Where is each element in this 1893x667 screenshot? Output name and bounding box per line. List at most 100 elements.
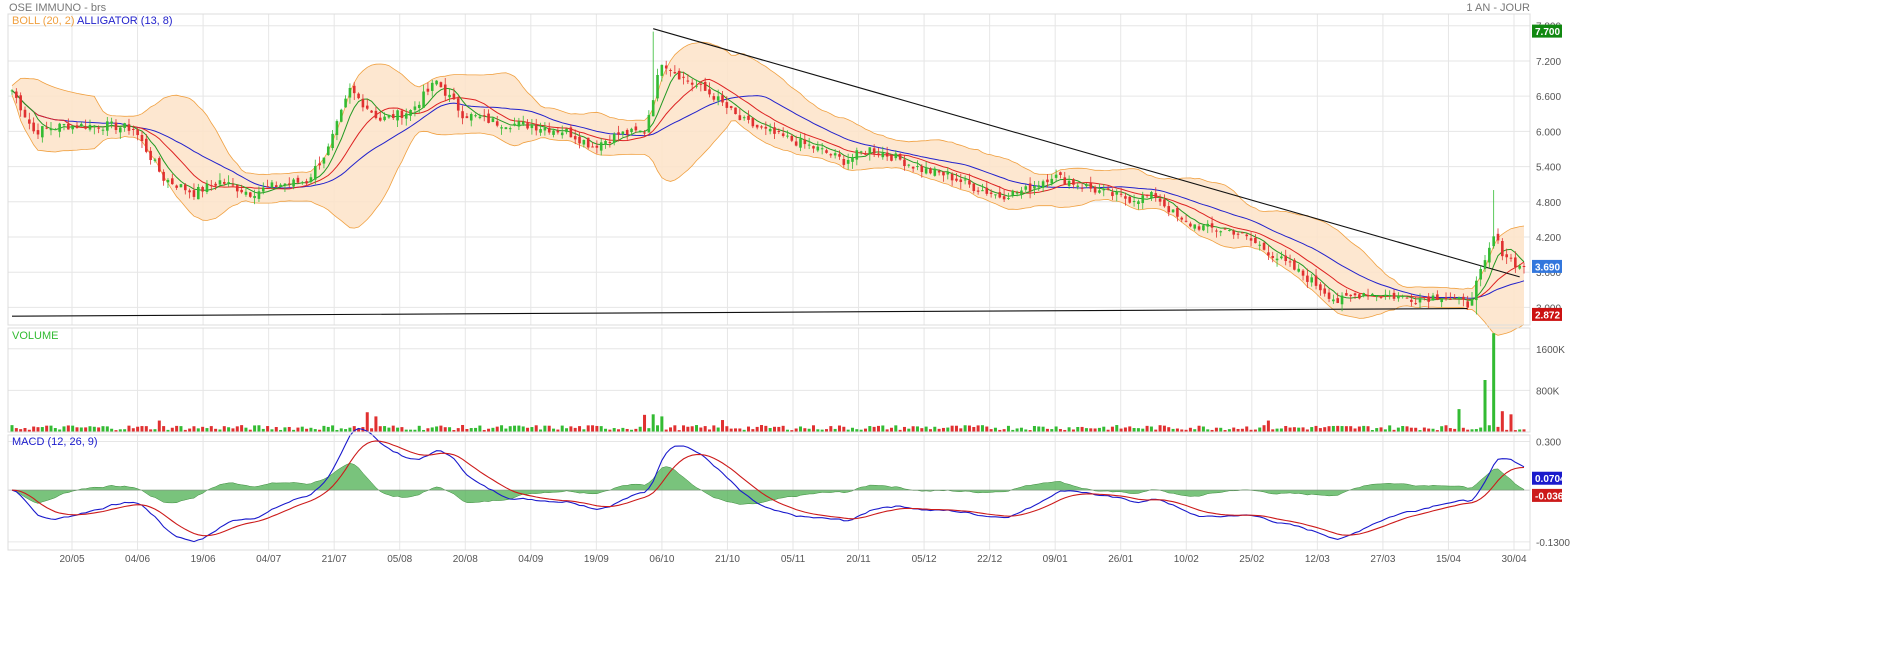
candle-body [335,121,339,136]
x-tick-label: 05/12 [912,554,937,565]
candle-body [1033,186,1036,189]
volume-bar [144,426,148,432]
volume-bar [45,425,49,432]
volume-bar [383,426,387,432]
volume-bar [1245,426,1249,432]
volume-bar [1440,426,1444,432]
candle-body [1332,299,1335,302]
candle-body [526,123,529,129]
candle-body [97,127,100,129]
volume-bar [1336,425,1340,432]
candle-body [855,150,859,160]
volume-bar [543,425,547,432]
volume-bar [283,427,287,432]
candle-body [292,179,295,187]
volume-bar [547,425,551,432]
candle-body [1371,293,1374,295]
x-tick-label: 10/02 [1174,554,1199,565]
candle-body [205,183,209,192]
candle-body [725,102,729,108]
volume-bar [1032,425,1036,432]
candle-body [1106,188,1110,190]
volume-bar [980,425,984,432]
volume-bar [1401,426,1405,432]
candle-body [114,122,118,131]
volume-bar [36,427,40,432]
volume-bar [837,425,841,432]
candle-body [352,85,356,94]
candle-body [387,114,391,118]
candle-body [378,117,382,121]
volume-bar [1219,427,1223,432]
candle-body [777,130,781,132]
volume-bar [322,425,326,432]
candle-body [469,114,473,121]
volume-bar [915,426,919,432]
volume-panel-frame [7,327,1531,433]
candle-body [976,190,980,192]
candle-body [1163,199,1166,207]
volume-bar [179,426,183,432]
candle-body [1492,236,1495,247]
volume-bar [534,425,538,432]
candle-body [552,130,555,135]
volume-bar [526,427,530,432]
candle-body [248,192,252,197]
x-tick-label: 05/11 [781,554,806,565]
candle-body [1366,294,1370,297]
candle-body [530,125,534,129]
volume-bar [417,425,421,432]
candle-body [318,163,321,166]
candle-body [36,130,40,135]
volume-bar [1080,426,1084,432]
volume-bar [1362,425,1366,432]
volume-bar [300,426,304,432]
volume-bar [1115,425,1119,432]
candle-body [1384,294,1387,297]
candle-body [1098,190,1101,193]
candle-body [651,100,655,117]
candle-body [106,121,109,131]
volume-bar [703,426,707,432]
candle-body [1158,198,1162,202]
volume-bar [49,425,53,432]
volume-bar [84,427,88,432]
volume-bar [495,426,499,432]
candle-body [842,158,846,165]
candle-body [1041,181,1045,188]
candle-body [417,104,421,109]
volume-legend: VOLUME [12,330,58,342]
volume-bar [209,426,213,432]
candle-body [1102,189,1106,191]
candle-body [521,121,525,125]
volume-bar [734,428,738,432]
volume-bar [53,428,57,432]
volume-bar [240,425,244,432]
volume-bar [647,428,651,432]
volume-bar [1132,428,1136,432]
volume-bar [105,426,109,432]
trendline [653,28,1520,278]
volume-bar [253,425,257,432]
candle-body [19,95,22,111]
candle-body [885,152,889,157]
volume-bar [1037,426,1041,432]
candle-body [1319,284,1322,291]
y-tick-label: 5.400 [1536,163,1561,174]
volume-bar [569,426,573,432]
candle-body [170,178,174,185]
candle-body [504,127,508,130]
candle-body [1405,297,1409,299]
volume-bar [1145,425,1149,432]
volume-bar [1492,333,1496,432]
candle-body [816,146,820,151]
candle-body [703,81,707,91]
candle-body [582,139,586,145]
volume-bar [712,425,716,432]
badge-high: 7.700 [1535,27,1560,38]
candle-body [1072,179,1075,185]
volume-bar [1076,426,1080,432]
candle-body [569,127,573,138]
volume-bar [1323,427,1327,432]
candle-body [1020,190,1023,195]
